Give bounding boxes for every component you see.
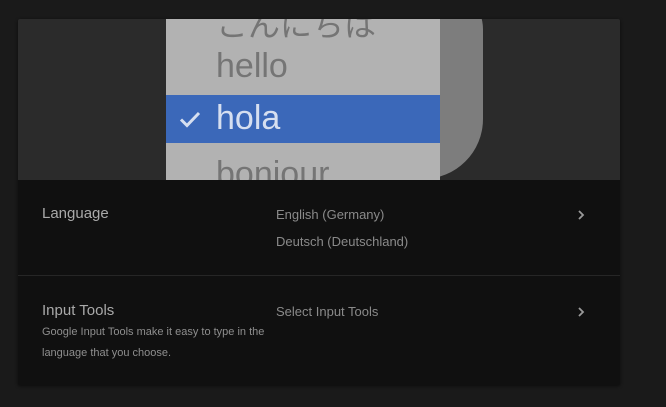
language-value-primary: English (Germany) <box>276 207 385 222</box>
language-illustration: こんにちは hello hola bonjour <box>18 19 620 180</box>
menu-item-bonjour: bonjour <box>216 155 330 180</box>
input-tools-row[interactable]: Input Tools Google Input Tools make it e… <box>18 275 620 384</box>
menu-item-konnichiwa: こんにちは <box>216 19 377 43</box>
settings-card: こんにちは hello hola bonjour Language Englis… <box>18 19 620 385</box>
language-row[interactable]: Language English (Germany) Deutsch (Deut… <box>18 180 620 275</box>
menu-item-hello: hello <box>216 47 288 85</box>
input-tools-description: Google Input Tools make it easy to type … <box>42 326 265 359</box>
chevron-right-icon[interactable] <box>575 306 587 318</box>
language-menu-illustration: こんにちは hello hola bonjour <box>166 19 440 180</box>
check-icon <box>179 111 201 128</box>
chevron-right-icon[interactable] <box>575 209 587 221</box>
language-title: Language <box>42 205 109 222</box>
menu-item-selected: hola <box>166 95 440 143</box>
language-value-secondary: Deutsch (Deutschland) <box>276 234 409 249</box>
input-tools-title: Input Tools <box>42 302 115 319</box>
input-tools-value: Select Input Tools <box>276 304 379 319</box>
menu-item-hola: hola <box>216 99 281 137</box>
